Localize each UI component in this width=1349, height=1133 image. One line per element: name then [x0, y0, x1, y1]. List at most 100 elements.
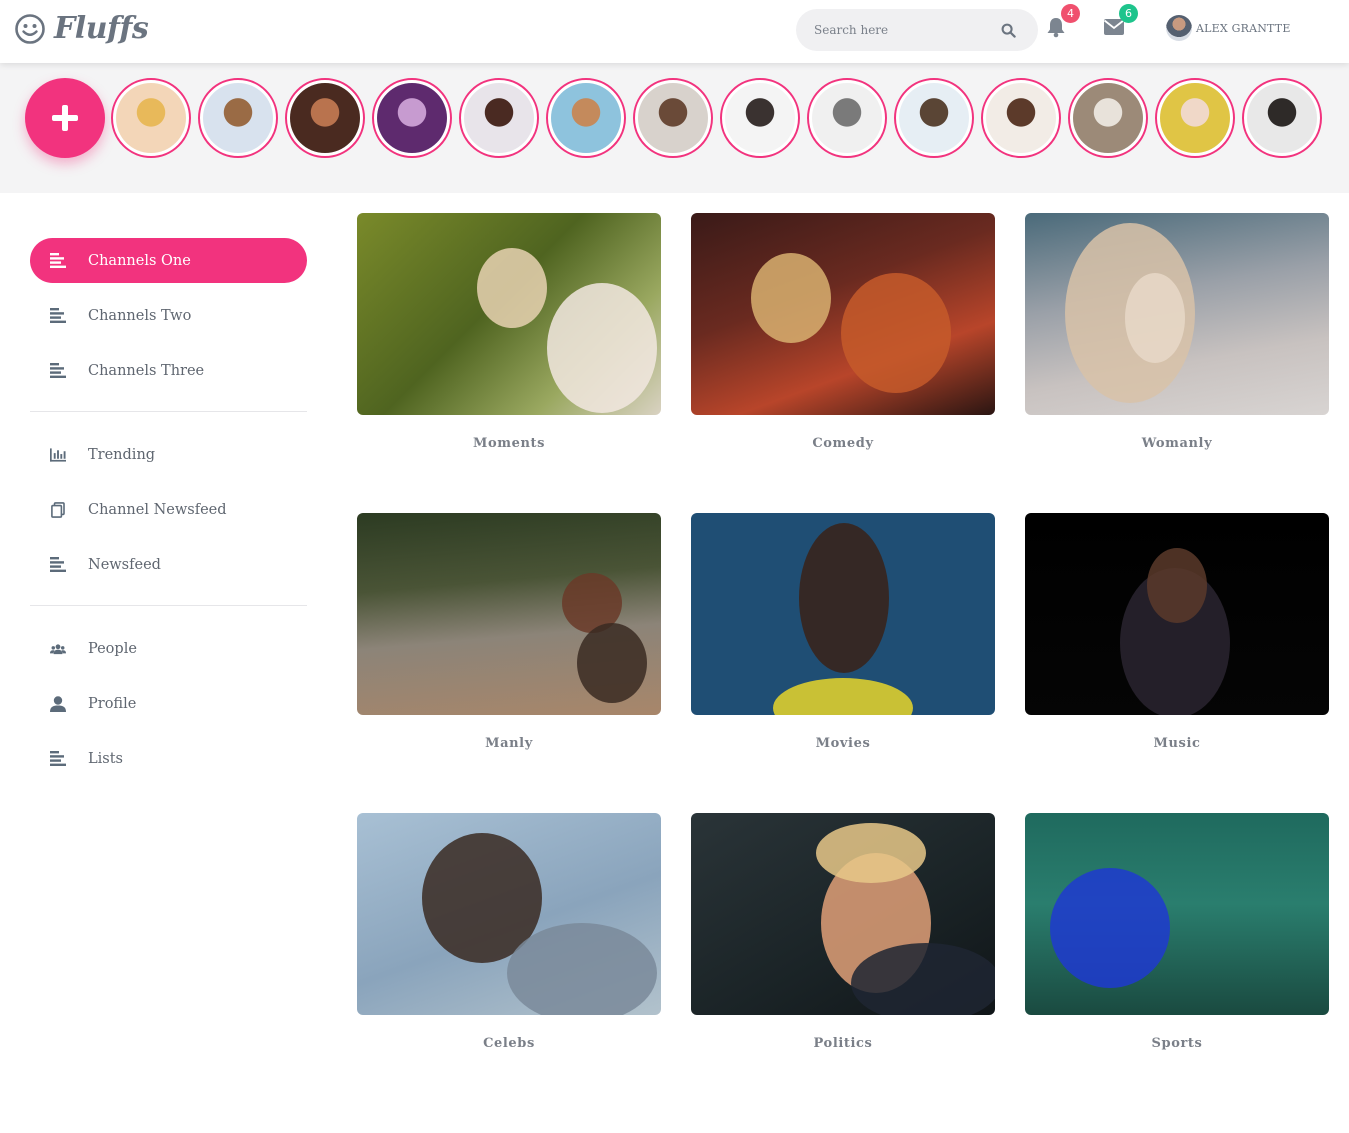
logo-text: Fluffs [54, 11, 149, 46]
story-avatar[interactable] [981, 78, 1061, 158]
channel-title[interactable]: Politics [691, 1036, 995, 1051]
list-icon [50, 751, 66, 767]
channel-card-manly[interactable]: Manly [357, 513, 661, 751]
sidebar-item-channels-three[interactable]: Channels Three [30, 348, 307, 393]
story-avatar[interactable] [633, 78, 713, 158]
sidebar-item-channels-two[interactable]: Channels Two [30, 293, 307, 338]
notifications-badge: 4 [1061, 4, 1080, 23]
top-bar: Fluffs 4 6 ALEX GRANTTE [0, 0, 1349, 63]
sidebar-item-newsfeed[interactable]: Newsfeed [30, 542, 307, 587]
story-avatar[interactable] [894, 78, 974, 158]
story-avatar[interactable] [372, 78, 452, 158]
sidebar-item-label: Channels Two [88, 307, 192, 324]
story-photo [203, 83, 273, 153]
channel-image[interactable] [691, 513, 995, 715]
smiley-icon [15, 13, 45, 44]
story-avatar[interactable] [807, 78, 887, 158]
story-photo [377, 83, 447, 153]
photo-detail [773, 678, 913, 715]
add-story-button[interactable] [25, 78, 105, 158]
sidebar-item-lists[interactable]: Lists [30, 736, 307, 781]
photo-detail [1147, 548, 1207, 623]
story-photo [464, 83, 534, 153]
channel-card-music[interactable]: Music [1025, 513, 1329, 751]
photo-detail [577, 623, 647, 703]
photo-detail [799, 523, 889, 673]
story-photo [1073, 83, 1143, 153]
channel-card-movies[interactable]: Movies [691, 513, 995, 751]
channel-card-comedy[interactable]: Comedy [691, 213, 995, 451]
channel-image[interactable] [1025, 513, 1329, 715]
channel-title[interactable]: Comedy [691, 436, 995, 451]
channel-image[interactable] [357, 813, 661, 1015]
photo-detail [851, 943, 995, 1015]
story-avatar[interactable] [111, 78, 191, 158]
channel-title[interactable]: Moments [357, 436, 661, 451]
photo-detail [816, 823, 926, 883]
story-photo [1160, 83, 1230, 153]
logo[interactable]: Fluffs [14, 11, 149, 46]
story-avatar[interactable] [720, 78, 800, 158]
story-photo [551, 83, 621, 153]
channel-image[interactable] [357, 213, 661, 415]
sidebar-item-label: Channels Three [88, 362, 205, 379]
copy-icon [50, 501, 66, 518]
story-avatar[interactable] [546, 78, 626, 158]
story-avatar[interactable] [1242, 78, 1322, 158]
channel-title[interactable]: Manly [357, 736, 661, 751]
channel-image[interactable] [691, 813, 995, 1015]
channel-card-sports[interactable]: Sports [1025, 813, 1329, 1051]
messages-badge: 6 [1119, 4, 1138, 23]
sidebar-item-trending[interactable]: Trending [30, 432, 307, 477]
story-photo [986, 83, 1056, 153]
channel-image[interactable] [1025, 813, 1329, 1015]
story-photo [638, 83, 708, 153]
user-icon [50, 695, 66, 712]
channel-title[interactable]: Celebs [357, 1036, 661, 1051]
sidebar-item-profile[interactable]: Profile [30, 681, 307, 726]
story-avatar[interactable] [285, 78, 365, 158]
photo-detail [547, 283, 657, 413]
avatar [1166, 15, 1192, 41]
notifications-button[interactable]: 4 [1045, 4, 1080, 38]
channel-image[interactable] [1025, 213, 1329, 415]
list-icon [50, 557, 66, 573]
photo-detail [507, 923, 657, 1015]
photo-detail [751, 253, 831, 343]
channel-card-womanly[interactable]: Womanly [1025, 213, 1329, 451]
bar-chart-icon [50, 447, 66, 463]
channel-image[interactable] [357, 513, 661, 715]
channel-card-moments[interactable]: Moments [357, 213, 661, 451]
photo-detail [1125, 273, 1185, 363]
sidebar-item-channel-newsfeed[interactable]: Channel Newsfeed [30, 487, 307, 532]
channel-image[interactable] [691, 213, 995, 415]
story-photo [1247, 83, 1317, 153]
list-icon [50, 253, 66, 269]
search-icon[interactable] [1001, 23, 1016, 38]
channel-title[interactable]: Womanly [1025, 436, 1329, 451]
channel-card-celebs[interactable]: Celebs [357, 813, 661, 1051]
sidebar-item-label: Newsfeed [88, 556, 161, 573]
stories-strip [0, 63, 1349, 193]
story-photo [725, 83, 795, 153]
user-menu[interactable]: ALEX GRANTTE [1166, 15, 1291, 41]
user-name: ALEX GRANTTE [1196, 21, 1291, 35]
channel-card-politics[interactable]: Politics [691, 813, 995, 1051]
story-avatar[interactable] [459, 78, 539, 158]
channel-title[interactable]: Movies [691, 736, 995, 751]
list-icon [50, 308, 66, 324]
messages-button[interactable]: 6 [1103, 4, 1138, 40]
sidebar-item-label: Trending [88, 446, 156, 463]
search-box [796, 9, 1038, 51]
story-photo [116, 83, 186, 153]
search-input[interactable] [814, 9, 994, 51]
channel-title[interactable]: Music [1025, 736, 1329, 751]
story-avatar[interactable] [198, 78, 278, 158]
sidebar-item-channels-one[interactable]: Channels One [30, 238, 307, 283]
photo-detail [841, 273, 951, 393]
channel-title[interactable]: Sports [1025, 1036, 1329, 1051]
story-avatar[interactable] [1155, 78, 1235, 158]
story-avatar[interactable] [1068, 78, 1148, 158]
sidebar-item-label: Channels One [88, 252, 191, 269]
sidebar-item-people[interactable]: People [30, 626, 307, 671]
